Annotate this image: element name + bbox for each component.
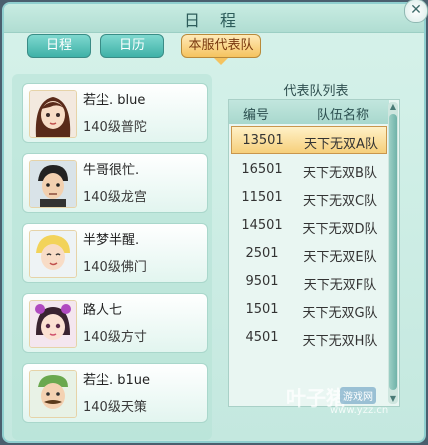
column-header-name: 队伍名称 <box>317 108 370 123</box>
team-code: 9501 <box>245 274 279 289</box>
scroll-down-icon[interactable]: ▼ <box>388 394 398 404</box>
team-name: 天下无双A队 <box>304 137 378 152</box>
team-name: 天下无双B队 <box>303 166 377 181</box>
avatar <box>29 370 77 418</box>
member-card[interactable]: 路人七 140级方寸 <box>22 293 208 353</box>
member-name: 若尘. b1ue <box>83 373 151 388</box>
team-code: 1501 <box>245 302 279 317</box>
watermark-url: www.yzz.cn <box>330 405 389 416</box>
avatar <box>29 160 77 208</box>
member-card[interactable]: 半梦半醒. 140级佛门 <box>22 223 208 283</box>
member-level: 140级龙宫 <box>83 190 147 205</box>
member-name: 若尘. blue <box>83 93 146 108</box>
team-name: 天下无双F队 <box>303 278 377 293</box>
close-icon[interactable]: ✕ <box>404 0 428 23</box>
table-row[interactable]: 14501 天下无双D队 <box>231 212 387 240</box>
team-list-header: 编号 队伍名称 <box>229 100 389 124</box>
table-row[interactable]: 11501 天下无双C队 <box>231 184 387 212</box>
member-card[interactable]: 若尘. blue 140级普陀 <box>22 83 208 143</box>
title-bar: 日 程 <box>4 4 424 33</box>
column-header-code: 编号 <box>243 108 270 123</box>
avatar <box>29 300 77 348</box>
tab-schedule[interactable]: 日程 <box>27 34 91 58</box>
member-card[interactable]: 若尘. b1ue 140级天策 <box>22 363 208 423</box>
scroll-up-icon[interactable]: ▲ <box>388 102 398 112</box>
member-level: 140级普陀 <box>83 120 147 135</box>
table-row[interactable]: 2501 天下无双E队 <box>231 240 387 268</box>
team-code: 16501 <box>241 162 283 177</box>
member-card[interactable]: 牛哥很忙. 140级龙宫 <box>22 153 208 213</box>
tab-calendar[interactable]: 日历 <box>100 34 164 58</box>
member-level: 140级天策 <box>83 400 147 415</box>
table-row[interactable]: 4501 天下无双H队 <box>231 324 387 352</box>
member-name: 路人七 <box>83 303 123 318</box>
team-code: 14501 <box>241 218 283 233</box>
active-tab-indicator <box>214 58 228 65</box>
table-row[interactable]: 13501 天下无双A队 <box>231 126 387 154</box>
team-list: 编号 队伍名称 13501 天下无双A队 16501 天下无双B队 11501 … <box>228 99 400 407</box>
team-name: 天下无双D队 <box>302 222 378 237</box>
team-name: 天下无双E队 <box>303 250 377 265</box>
avatar <box>29 90 77 138</box>
avatar <box>29 230 77 278</box>
member-level: 140级佛门 <box>83 260 147 275</box>
team-name: 天下无双H队 <box>302 334 378 349</box>
team-code: 13501 <box>242 133 284 148</box>
team-code: 11501 <box>241 190 283 205</box>
member-name: 半梦半醒. <box>83 233 140 248</box>
table-row[interactable]: 1501 天下无双G队 <box>231 296 387 324</box>
team-code: 4501 <box>245 330 279 345</box>
watermark-badge: 游戏网 <box>340 387 376 404</box>
member-name: 牛哥很忙. <box>83 163 140 178</box>
scroll-thumb[interactable] <box>389 114 397 390</box>
table-row[interactable]: 9501 天下无双F队 <box>231 268 387 296</box>
team-list-title: 代表队列表 <box>283 84 349 99</box>
team-name: 天下无双C队 <box>302 194 378 209</box>
team-code: 2501 <box>245 246 279 261</box>
tab-server-team[interactable]: 本服代表队 <box>181 34 261 58</box>
team-list-scrollbar[interactable]: ▲ ▼ <box>388 102 398 404</box>
window-title: 日 程 <box>183 13 244 30</box>
team-name: 天下无双G队 <box>302 306 378 321</box>
member-level: 140级方寸 <box>83 330 147 345</box>
table-row[interactable]: 16501 天下无双B队 <box>231 156 387 184</box>
